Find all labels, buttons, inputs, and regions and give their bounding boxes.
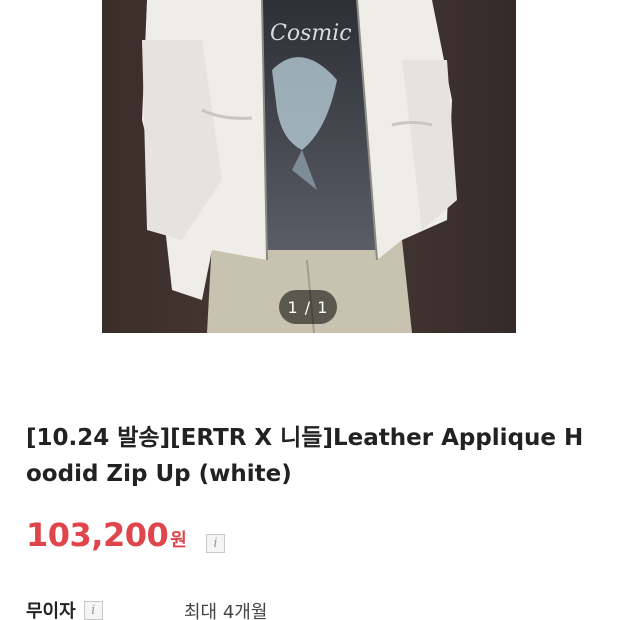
price-unit: 원: [170, 530, 187, 551]
installment-label: 무이자: [26, 601, 76, 620]
installment-value: 최대 4개월: [184, 602, 268, 620]
product-title: [10.24 발송][ERTR X 니들]Leather Applique Ho…: [26, 425, 584, 487]
image-counter: 1 / 1: [279, 290, 337, 324]
price-value: 103,200: [26, 516, 169, 554]
installment-row: 무이자 i: [26, 596, 103, 620]
price-info-icon[interactable]: i: [206, 534, 225, 553]
product-photo-illustration: Cosmic: [102, 0, 516, 333]
installment-info-icon[interactable]: i: [83, 600, 103, 620]
product-image[interactable]: Cosmic: [102, 0, 516, 333]
price-row: 103,200 원: [26, 516, 187, 560]
svg-text:Cosmic: Cosmic: [270, 21, 352, 46]
